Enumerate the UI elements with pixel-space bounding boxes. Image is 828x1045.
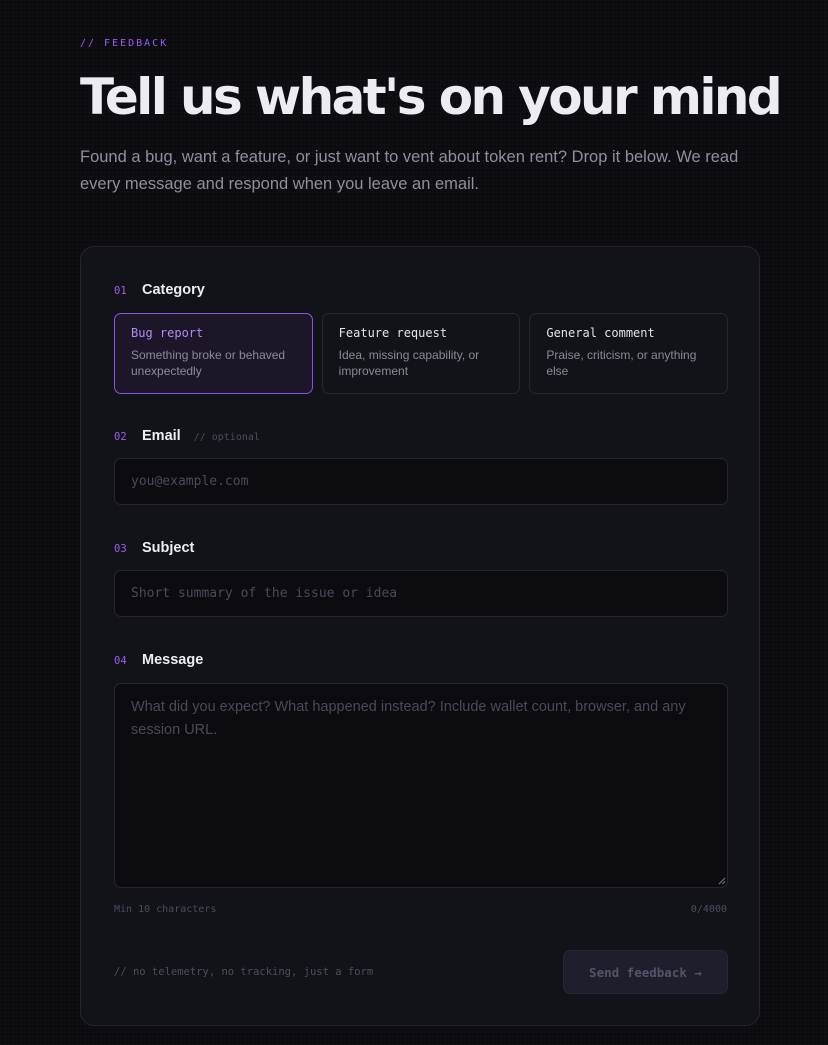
send-feedback-button[interactable]: Send feedback → xyxy=(563,950,728,994)
email-number: 02 xyxy=(114,431,127,443)
category-option-title: Feature request xyxy=(338,326,448,340)
subject-number: 03 xyxy=(114,543,127,555)
category-option-description: Idea, missing capability, or improvement xyxy=(338,348,480,378)
category-option-title: Bug report xyxy=(131,326,204,340)
email-optional-hint: // optional xyxy=(193,432,260,443)
page-title: Tell us what's on your mind xyxy=(80,68,783,126)
category-options: Bug report Something broke or behaved un… xyxy=(114,313,729,394)
category-option-title: General comment xyxy=(546,326,655,340)
message-number: 04 xyxy=(114,655,127,667)
feedback-form: 01 Category Bug report Something broke o… xyxy=(80,246,760,1026)
category-option-description: Praise, criticism, or anything else xyxy=(546,348,697,378)
message-label: 04 Message xyxy=(114,652,203,668)
subject-field[interactable] xyxy=(114,570,728,617)
privacy-footnote: // no telemetry, no tracking, just a for… xyxy=(114,966,374,978)
resize-handle-icon[interactable] xyxy=(718,877,726,885)
email-label-text: Email xyxy=(142,428,181,444)
feedback-page: // FEEDBACK Tell us what's on your mind … xyxy=(0,0,828,1045)
category-option-feature-request[interactable]: Feature request Idea, missing capability… xyxy=(321,313,521,394)
category-option-description: Something broke or behaved unexpectedly xyxy=(131,348,286,378)
subject-label-text: Subject xyxy=(142,540,195,556)
email-field[interactable] xyxy=(114,458,728,505)
email-label: 02 Email // optional xyxy=(114,428,260,444)
category-label: 01 Category xyxy=(114,282,205,298)
category-option-bug-report[interactable]: Bug report Something broke or behaved un… xyxy=(114,313,313,394)
subject-label: 03 Subject xyxy=(114,540,194,556)
message-min-hint: Min 10 characters xyxy=(114,904,217,915)
category-label-text: Category xyxy=(142,282,205,298)
message-textarea[interactable] xyxy=(114,683,728,888)
category-number: 01 xyxy=(114,285,127,297)
message-label-text: Message xyxy=(142,652,204,668)
category-option-general-comment[interactable]: General comment Praise, criticism, or an… xyxy=(529,313,729,394)
section-eyebrow: // FEEDBACK xyxy=(80,38,169,49)
message-char-counter: 0/4000 xyxy=(690,904,727,915)
page-description: Found a bug, want a feature, or just wan… xyxy=(80,148,739,193)
